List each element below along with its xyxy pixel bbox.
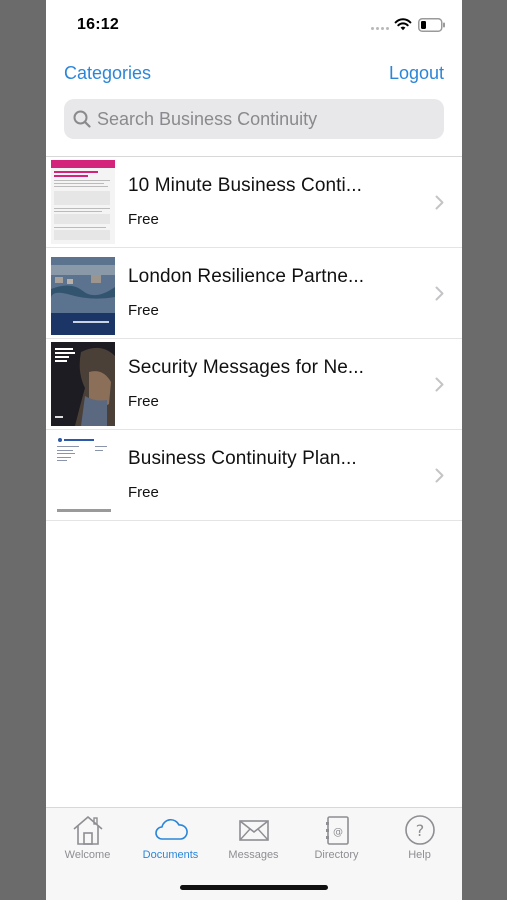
document-price: Free — [128, 302, 159, 319]
tab-label: Help — [408, 849, 431, 861]
svg-text:@: @ — [333, 827, 343, 838]
wifi-icon — [394, 18, 412, 31]
document-row[interactable]: Business Continuity Plan... Free — [46, 430, 462, 521]
status-bar: 16:12 — [46, 0, 462, 50]
document-title: 10 Minute Business Conti... — [128, 175, 362, 196]
document-list: 10 Minute Business Conti... Free London … — [46, 157, 462, 521]
document-thumbnail — [51, 251, 115, 335]
svg-text:?: ? — [415, 821, 424, 840]
document-price: Free — [128, 484, 159, 501]
cloud-icon — [154, 819, 188, 840]
tab-label: Directory — [314, 849, 359, 861]
chevron-right-icon — [435, 377, 444, 392]
home-indicator[interactable] — [180, 885, 328, 890]
status-time: 16:12 — [77, 16, 119, 33]
document-title: Business Continuity Plan... — [128, 448, 357, 469]
tab-help[interactable]: ? Help — [378, 814, 461, 861]
tab-label: Welcome — [64, 849, 111, 861]
battery-icon — [418, 18, 445, 32]
document-row[interactable]: 10 Minute Business Conti... Free — [46, 157, 462, 248]
chevron-right-icon — [435, 195, 444, 210]
chevron-right-icon — [435, 286, 444, 301]
tab-messages[interactable]: Messages — [212, 814, 295, 861]
document-thumbnail — [51, 433, 115, 517]
tab-directory[interactable]: @ Directory — [295, 814, 378, 861]
logout-button[interactable]: Logout — [389, 63, 444, 84]
chevron-right-icon — [435, 468, 444, 483]
app-screen: 16:12 Categories Logout Search Business … — [46, 0, 462, 900]
cellular-signal-icon — [371, 27, 389, 30]
document-thumbnail — [51, 160, 115, 244]
document-price: Free — [128, 393, 159, 410]
document-title: London Resilience Partne... — [128, 266, 365, 287]
envelope-icon — [238, 820, 269, 841]
search-bar[interactable] — [64, 99, 444, 139]
categories-button[interactable]: Categories — [64, 63, 151, 84]
search-input[interactable] — [97, 99, 427, 139]
document-price: Free — [128, 211, 159, 228]
tab-welcome[interactable]: Welcome — [46, 814, 129, 861]
document-thumbnail — [51, 342, 115, 426]
document-title: Security Messages for Ne... — [128, 357, 365, 378]
question-circle-icon: ? — [404, 815, 435, 845]
document-row[interactable]: Security Messages for Ne... Free — [46, 339, 462, 430]
address-book-icon: @ — [325, 816, 349, 845]
document-row[interactable]: London Resilience Partne... Free — [46, 248, 462, 339]
house-icon — [72, 816, 103, 845]
search-icon — [73, 110, 91, 128]
tab-label: Documents — [142, 849, 199, 861]
tab-label: Messages — [228, 849, 279, 861]
tab-documents[interactable]: Documents — [129, 814, 212, 861]
